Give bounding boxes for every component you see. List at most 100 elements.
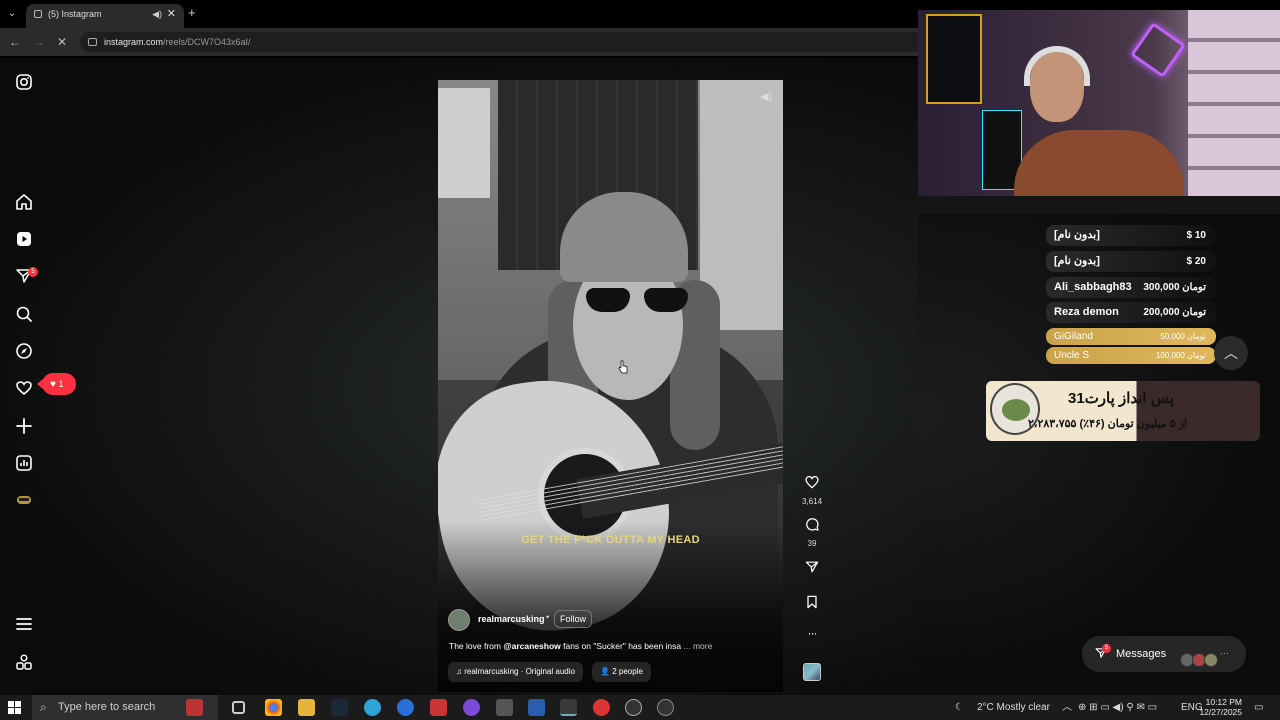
person-icon: 👤 xyxy=(600,667,610,676)
calendar-widget-icon[interactable] xyxy=(186,699,203,716)
address-bar-row: ← → ✕ instagram.com/reels/DCW7O43x6aI/ xyxy=(0,28,918,56)
donation-row: Uncle S 100,000 تومان xyxy=(1046,347,1216,364)
tagged-people-pill[interactable]: 👤 2 people xyxy=(592,662,651,682)
comment-count: 39 xyxy=(807,539,817,548)
goal-progress-text: ۲،۲۸۳،۷۵۵ از ۵ میلیون تومان (۴۶٪) xyxy=(1028,418,1188,430)
app-icon[interactable] xyxy=(463,699,480,716)
like-button[interactable]: 3,614 xyxy=(802,474,822,506)
steam-icon[interactable] xyxy=(331,699,348,716)
people-label: 2 people xyxy=(612,667,643,676)
more-menu-icon[interactable] xyxy=(14,614,34,634)
audio-thumbnail[interactable] xyxy=(803,663,821,681)
more-avatars-icon: ··· xyxy=(1220,648,1229,658)
profile-avatar-icon[interactable] xyxy=(14,490,34,510)
author-avatar[interactable] xyxy=(448,609,470,631)
messages-button[interactable]: 5 Messages ··· xyxy=(1082,636,1246,672)
speaker-icon[interactable]: ◀) xyxy=(152,4,162,24)
video-caption-overlay: GET THE F*CK OUTTA MY HEAD xyxy=(521,534,700,546)
follow-button[interactable]: Follow xyxy=(554,610,592,628)
site-info-icon[interactable] xyxy=(88,38,97,46)
share-button[interactable] xyxy=(802,559,822,580)
donation-row: GiGiland 50,000 تومان xyxy=(1046,328,1216,345)
comment-button[interactable]: 39 xyxy=(802,516,822,548)
home-icon[interactable] xyxy=(14,192,34,212)
volume-icon[interactable]: ◀) xyxy=(760,90,772,103)
tab-search-chevron-icon[interactable]: ⌄ xyxy=(4,6,20,22)
weather-moon-icon[interactable]: ☾ xyxy=(955,695,964,720)
new-tab-button[interactable]: + xyxy=(188,6,196,20)
light-panel xyxy=(438,88,490,198)
webcam-poster xyxy=(926,14,982,104)
file-explorer-icon[interactable] xyxy=(298,699,315,716)
browser-tab-instagram[interactable]: (5) Instagram ◀) ✕ xyxy=(26,4,184,28)
media-player-icon[interactable] xyxy=(625,699,642,716)
forward-arrow-icon[interactable]: → xyxy=(33,35,45,49)
reels-icon[interactable] xyxy=(14,229,34,249)
share-paper-plane-icon xyxy=(805,561,819,573)
donation-row: Ali_sabbagh83 300,000 تومان xyxy=(1046,277,1216,298)
search-icon[interactable] xyxy=(14,304,34,324)
also-from-meta-icon[interactable] xyxy=(14,652,34,672)
app-icon[interactable] xyxy=(593,699,610,716)
app-icon[interactable] xyxy=(430,699,447,716)
edge-icon[interactable] xyxy=(364,699,381,716)
notifications-heart-icon[interactable] xyxy=(14,378,34,398)
notifications-icon[interactable]: ▭ xyxy=(1254,695,1263,720)
url-site: instagram.com xyxy=(104,37,164,47)
donation-amount: $ 20 xyxy=(1186,256,1206,267)
donor-name: [بدون نام] xyxy=(1054,255,1100,267)
task-view-icon[interactable] xyxy=(232,701,245,714)
explore-compass-icon[interactable] xyxy=(14,341,34,361)
donor-name: Uncle S xyxy=(1054,350,1090,361)
obs-icon[interactable] xyxy=(657,699,674,716)
taskbar-search-placeholder: Type here to search xyxy=(58,701,156,713)
messages-count-badge: 5 xyxy=(28,267,38,277)
donor-name: GiGiland xyxy=(1054,331,1093,342)
donation-row: [بدون نام] $ 20 xyxy=(1046,251,1216,272)
reel-video[interactable]: ◀) GET THE F*CK OUTTA MY HEAD realmarcus… xyxy=(438,80,783,692)
chrome-icon[interactable] xyxy=(265,699,282,716)
description-mention-link[interactable]: @arcaneshow xyxy=(503,641,560,651)
audio-app-icon[interactable] xyxy=(496,699,513,716)
tray-overflow-chevron-icon[interactable]: ︿ xyxy=(1062,695,1072,720)
create-plus-icon[interactable] xyxy=(14,416,34,436)
save-button[interactable] xyxy=(802,594,822,615)
close-tab-icon[interactable]: ✕ xyxy=(167,4,176,24)
author-username[interactable]: realmarcusking xyxy=(478,614,545,624)
donor-name: [بدون نام] xyxy=(1054,229,1100,241)
weather-text[interactable]: 2°C Mostly clear xyxy=(977,695,1050,720)
comment-bubble-icon xyxy=(806,518,819,531)
scroll-up-button[interactable]: ︿ xyxy=(1214,336,1248,370)
description-more-link[interactable]: ... more xyxy=(684,641,713,651)
audio-label: realmarcusking · Original audio xyxy=(464,667,575,676)
reel-description[interactable]: The love from @arcaneshow fans on "Sucke… xyxy=(449,641,779,651)
taskbar-clock[interactable]: 10:12 PM 12/27/2025 xyxy=(1196,697,1242,717)
more-options-icon[interactable]: ··· xyxy=(802,626,822,640)
heart-icon: ♥ xyxy=(50,379,56,390)
tray-icons[interactable]: ⊕ ⊞ ▭ ◀) ⚲ ✉ ▭ xyxy=(1078,695,1157,720)
app-icon[interactable] xyxy=(397,699,414,716)
like-count: 3,614 xyxy=(802,497,823,506)
app-icon[interactable] xyxy=(528,699,545,716)
donation-row: Reza demon 200,000 تومان xyxy=(1046,302,1216,323)
performer-sunglasses xyxy=(586,288,690,314)
donation-amount: 50,000 تومان xyxy=(1160,332,1206,341)
savings-goal-widget: پس انداز پارت31 ۲،۲۸۳،۷۵۵ از ۵ میلیون تو… xyxy=(986,381,1260,441)
donor-name: Reza demon xyxy=(1054,306,1119,318)
url-field[interactable]: instagram.com/reels/DCW7O43x6aI/ xyxy=(80,32,918,52)
clock-date: 12/27/2025 xyxy=(1199,707,1242,717)
description-text-start: The love from xyxy=(449,641,504,651)
instagram-logo-icon[interactable] xyxy=(14,72,34,92)
original-audio-pill[interactable]: ♫ realmarcusking · Original audio xyxy=(448,662,583,682)
back-arrow-icon[interactable]: ← xyxy=(9,35,21,49)
dashboard-chart-icon[interactable] xyxy=(14,453,34,473)
donation-row: [بدون نام] $ 10 xyxy=(1046,225,1216,246)
windows-start-icon[interactable] xyxy=(8,701,21,714)
chrome-active-icon[interactable] xyxy=(560,699,577,716)
windows-taskbar: ⌕ Type here to search ☾ 2°C Mostly clear… xyxy=(0,695,1280,720)
webcam-desk xyxy=(918,196,1280,214)
donation-amount: $ 10 xyxy=(1186,230,1206,241)
likes-notification-badge[interactable]: ♥ 1 xyxy=(42,373,76,395)
hand-cursor-icon xyxy=(618,360,628,374)
stop-loading-icon[interactable]: ✕ xyxy=(57,35,67,49)
